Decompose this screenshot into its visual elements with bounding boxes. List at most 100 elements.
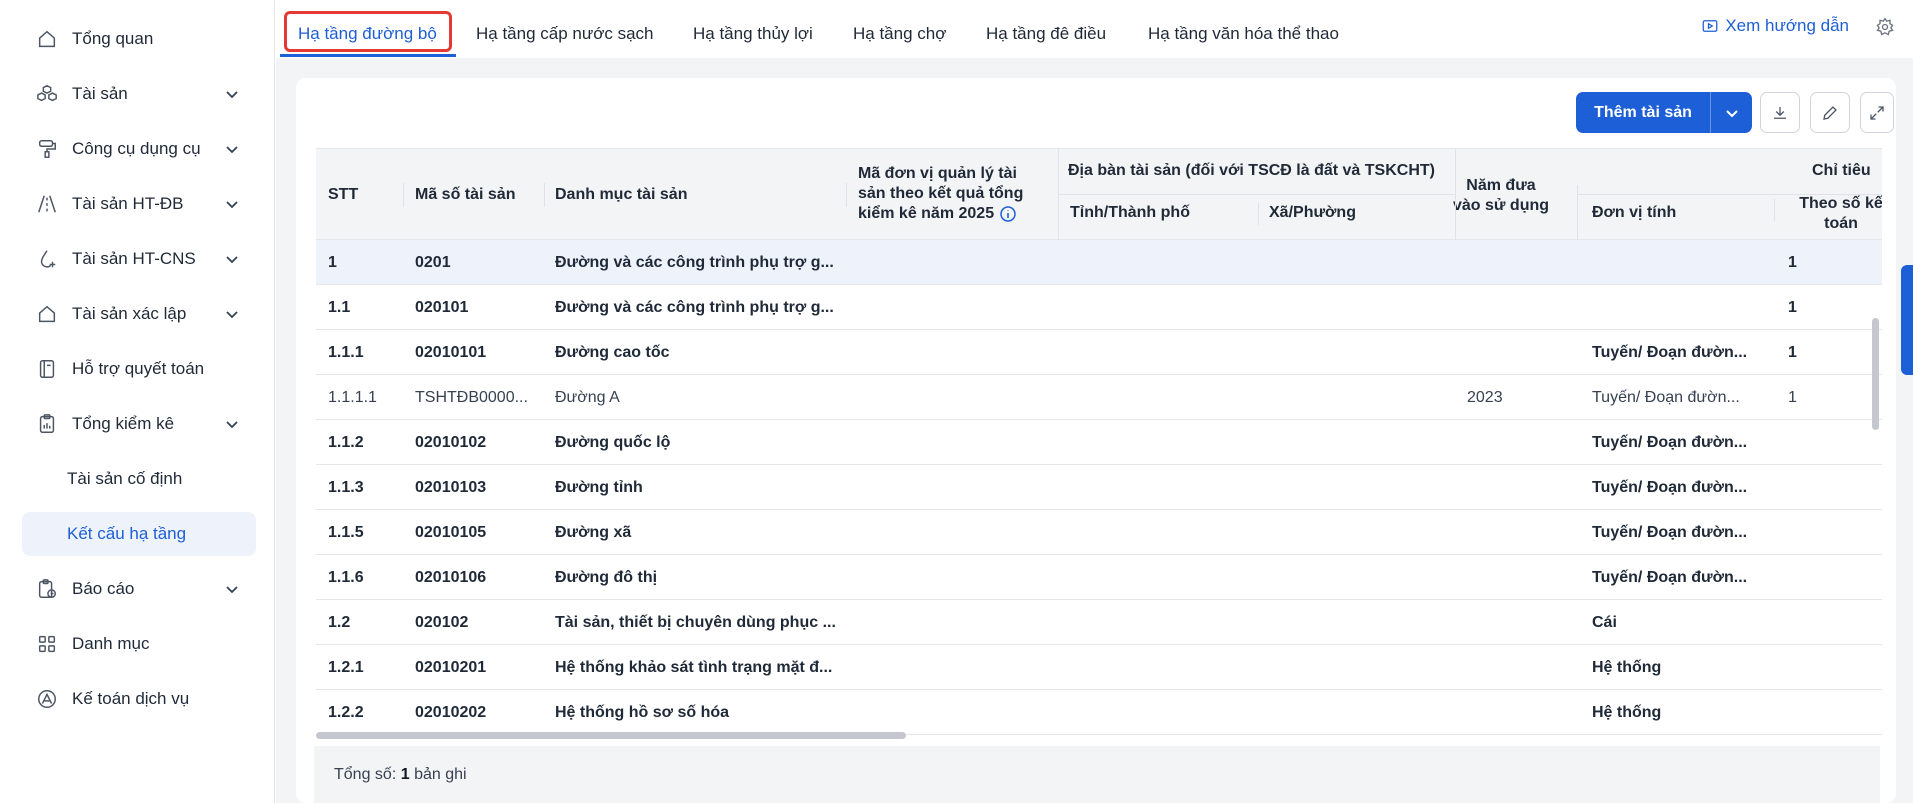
cell-asset-category: Đường tỉnh [555,479,643,496]
cell-unit: Cái [1592,614,1617,631]
cell-unit: Tuyến/ Đoạn đườn... [1592,434,1748,451]
expand-button[interactable] [1860,92,1894,133]
cell-book-value: 1 [1788,299,1797,316]
cell-stt: 1.1.1 [328,344,364,361]
header-divider [1774,199,1775,221]
cell-stt: 1.2.1 [328,659,364,676]
sidebar-item-tai-san-xac-lap[interactable]: Tài sản xác lập [22,292,256,336]
chevron-down-icon[interactable] [224,416,240,432]
header-subdivider [1058,194,1455,195]
cell-book-value [1788,690,1848,735]
table-row[interactable]: 1.1.5 02010105 Đường xã Tuyến/ Đoạn đườn… [316,510,1882,555]
cell-asset-category: Đường và các công trình phụ trợ g... [555,254,834,271]
cell-unit: Tuyến/ Đoạn đườn... [1592,479,1748,496]
cell-asset-code: 020101 [415,299,469,316]
cell-stt: 1.2.2 [328,704,364,721]
sidebar-subitem-tai-san-co-dinh[interactable]: Tài sản cố định [22,457,256,501]
sidebar-item-label: Kế toán dịch vụ [72,689,190,708]
tab-ha-tang-duong-bo[interactable]: Hạ tầng đường bộ [298,14,437,54]
tab-ha-tang-thuy-loi[interactable]: Hạ tầng thủy lợi [693,14,813,54]
side-panel-handle[interactable] [1901,265,1913,375]
sidebar-item-tong-quan[interactable]: Tổng quan [22,17,256,61]
chevron-down-icon[interactable] [224,306,240,322]
sidebar-item-ho-tro-quyet-toan[interactable]: Hỗ trợ quyết toán [22,347,256,391]
sidebar-item-cong-cu-dung-cu[interactable]: Công cụ dụng cụ [22,127,256,171]
chevron-down-icon[interactable] [224,251,240,267]
gear-icon[interactable] [1875,17,1895,37]
cell-asset-category: Tài sản, thiết bị chuyên dùng phục ... [555,614,836,631]
table-row[interactable]: 1.2.1 02010201 Hệ thống khảo sát tình tr… [316,645,1882,690]
col-unit-code-line2: sản theo kết quả tổng [858,185,1024,202]
horizontal-scrollbar[interactable] [316,732,906,739]
cell-asset-category: Đường quốc lộ [555,434,671,451]
cell-asset-category: Đường cao tốc [555,344,670,361]
add-asset-button[interactable]: Thêm tài sản [1576,92,1752,133]
edit-button[interactable] [1810,92,1850,133]
sidebar-item-label: Tổng quan [72,29,154,48]
chevron-down-icon[interactable] [224,86,240,102]
sidebar-item-label: Hỗ trợ quyết toán [72,359,205,378]
tab-ha-tang-van-hoa-the-thao[interactable]: Hạ tầng văn hóa thể thao [1148,14,1339,54]
paint-roller-icon [34,136,60,162]
chevron-down-icon[interactable] [224,141,240,157]
tab-ha-tang-cho[interactable]: Hạ tầng chợ [853,14,946,54]
sidebar-item-label: Tài sản HT-CNS [72,249,196,268]
cell-year: 2023 [1467,389,1503,406]
cell-asset-code: 02010103 [415,479,487,496]
cell-asset-code: TSHTĐB0000... [415,389,528,406]
active-tab-underline [280,54,456,57]
sidebar-item-label: Tài sản xác lập [72,304,187,323]
chevron-down-icon[interactable] [224,196,240,212]
table-row[interactable]: 1.1.3 02010103 Đường tỉnh Tuyến/ Đoạn đư… [316,465,1882,510]
view-guide-label: Xem hướng dẫn [1725,16,1849,35]
info-icon[interactable] [1000,206,1016,222]
add-asset-dropdown[interactable] [1711,92,1752,133]
sidebar-item-label: Kết cấu hạ tầng [67,524,187,543]
sidebar-item-tai-san-ht-db[interactable]: Tài sản HT-ĐB [22,182,256,226]
header-divider [403,183,404,207]
sidebar-item-tai-san[interactable]: Tài sản [22,72,256,116]
chevron-down-icon[interactable] [224,581,240,597]
col-book-line1: Theo số kế [1799,195,1882,212]
cell-unit: Tuyến/ Đoạn đườn... [1592,569,1748,586]
table-row[interactable]: 1.2 020102 Tài sản, thiết bị chuyên dùng… [316,600,1882,645]
table-row[interactable]: 1.1.2 02010102 Đường quốc lộ Tuyến/ Đoạn… [316,420,1882,465]
add-asset-label[interactable]: Thêm tài sản [1576,92,1711,133]
tab-ha-tang-cap-nuoc-sach[interactable]: Hạ tầng cấp nước sạch [476,14,654,54]
cell-asset-code: 0201 [415,254,451,271]
cell-year [1467,285,1567,330]
cell-asset-code: 02010101 [415,344,487,361]
header-subdivider [1577,194,1882,195]
download-button[interactable] [1760,92,1800,133]
header-divider [846,183,847,207]
cell-stt: 1.1 [328,299,351,316]
cell-year [1467,555,1567,600]
view-guide-link[interactable]: Xem hướng dẫn [1701,16,1849,36]
table-row[interactable]: 1.2.2 02010202 Hệ thống hồ sơ số hóa Hệ … [316,690,1882,735]
total-suffix: bản ghi [414,766,467,783]
table-row[interactable]: 1.1.6 02010106 Đường đô thị Tuyến/ Đoạn … [316,555,1882,600]
cell-stt: 1.1.1.1 [328,389,377,406]
sidebar-item-ke-toan-dich-vu[interactable]: Kế toán dịch vụ [22,677,256,721]
header-divider [544,183,545,207]
vertical-scrollbar[interactable] [1872,318,1879,430]
sidebar-item-tong-kiem-ke[interactable]: Tổng kiểm kê [22,402,256,446]
table-row[interactable]: 1.1 020101 Đường và các công trình phụ t… [316,285,1882,330]
cell-asset-category: Đường và các công trình phụ trợ g... [555,299,834,316]
cell-book-value: 1 [1788,344,1797,361]
report-clock-icon [34,576,60,602]
cell-asset-category: Đường đô thị [555,569,658,586]
sidebar-item-tai-san-ht-cns[interactable]: Tài sản HT-CNS [22,237,256,281]
table-row[interactable]: 1.1.1.1 TSHTĐB0000... Đường A 2023 Tuyến… [316,375,1882,420]
sidebar-subitem-ket-cau-ha-tang[interactable]: Kết cấu hạ tầng [22,512,256,556]
cell-asset-code: 02010201 [415,659,487,676]
sidebar-item-bao-cao[interactable]: Báo cáo [22,567,256,611]
col-unit: Đơn vị tính [1592,204,1677,221]
sidebar-item-label: Tài sản cố định [67,469,183,488]
sidebar-item-danh-muc[interactable]: Danh mục [22,622,256,666]
cell-book-value [1788,510,1848,555]
table-row[interactable]: 1 0201 Đường và các công trình phụ trợ g… [316,240,1882,285]
table-row[interactable]: 1.1.1 02010101 Đường cao tốc Tuyến/ Đoạn… [316,330,1882,375]
tab-ha-tang-de-dieu[interactable]: Hạ tầng đê điều [986,14,1106,54]
cell-asset-code: 02010105 [415,524,487,541]
